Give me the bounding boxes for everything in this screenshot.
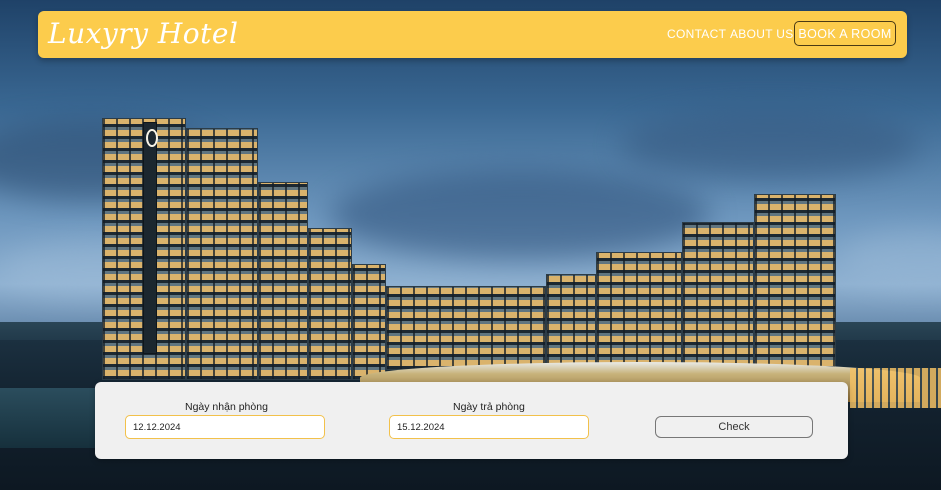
cloud [330, 170, 710, 260]
hotel-wing [754, 194, 836, 370]
low-building [0, 388, 96, 448]
hotel-tower [352, 264, 386, 380]
brand-logo[interactable]: Luxyry Hotel [48, 17, 238, 50]
nav-link-contact[interactable]: CONTACT [667, 27, 726, 41]
nav-link-about-us[interactable]: ABOUT US [730, 27, 794, 41]
checkout-label: Ngày trả phòng [453, 401, 525, 413]
low-building [850, 368, 941, 408]
hotel-wing [546, 274, 596, 370]
checkout-date-input[interactable] [389, 415, 589, 439]
cloud [620, 110, 920, 180]
hotel-tower [186, 128, 258, 380]
hotel-tower [308, 228, 352, 380]
hotel-wing [596, 252, 682, 370]
checkin-label: Ngày nhận phòng [185, 401, 268, 413]
hotel-tower [258, 182, 308, 380]
hotel-wing [386, 286, 546, 370]
navbar: Luxyry Hotel CONTACT ABOUT US BOOK A ROO… [38, 11, 907, 58]
check-availability-button[interactable]: Check [655, 416, 813, 438]
hotel-wing [682, 222, 754, 370]
book-a-room-button[interactable]: BOOK A ROOM [794, 21, 896, 46]
checkin-date-input[interactable] [125, 415, 325, 439]
booking-panel: Ngày nhận phòng Ngày trả phòng Check [95, 382, 848, 459]
hotel-vertical-sign [143, 122, 158, 354]
